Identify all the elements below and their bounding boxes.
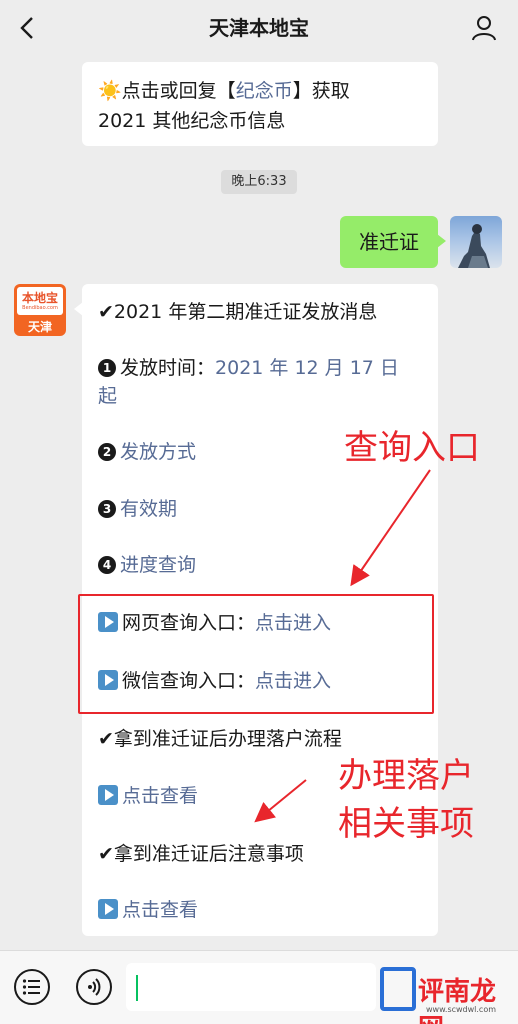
message-input[interactable]: [126, 963, 376, 1011]
arrow-to-settle-entry: [254, 779, 307, 823]
text-caret: [136, 975, 138, 1001]
input-bar: 评南龙网 www.scwdwl.com: [0, 950, 518, 1024]
voice-button[interactable]: [76, 969, 112, 1005]
watermark-logo: [380, 967, 416, 1011]
arrow-to-query-entry: [350, 469, 431, 587]
menu-button[interactable]: [14, 969, 50, 1005]
annotation-arrows: [254, 469, 431, 823]
site-watermark: 评南龙网 www.scwdwl.com: [374, 957, 514, 1024]
menu-list-icon: [22, 979, 40, 995]
voice-icon: [88, 978, 101, 996]
